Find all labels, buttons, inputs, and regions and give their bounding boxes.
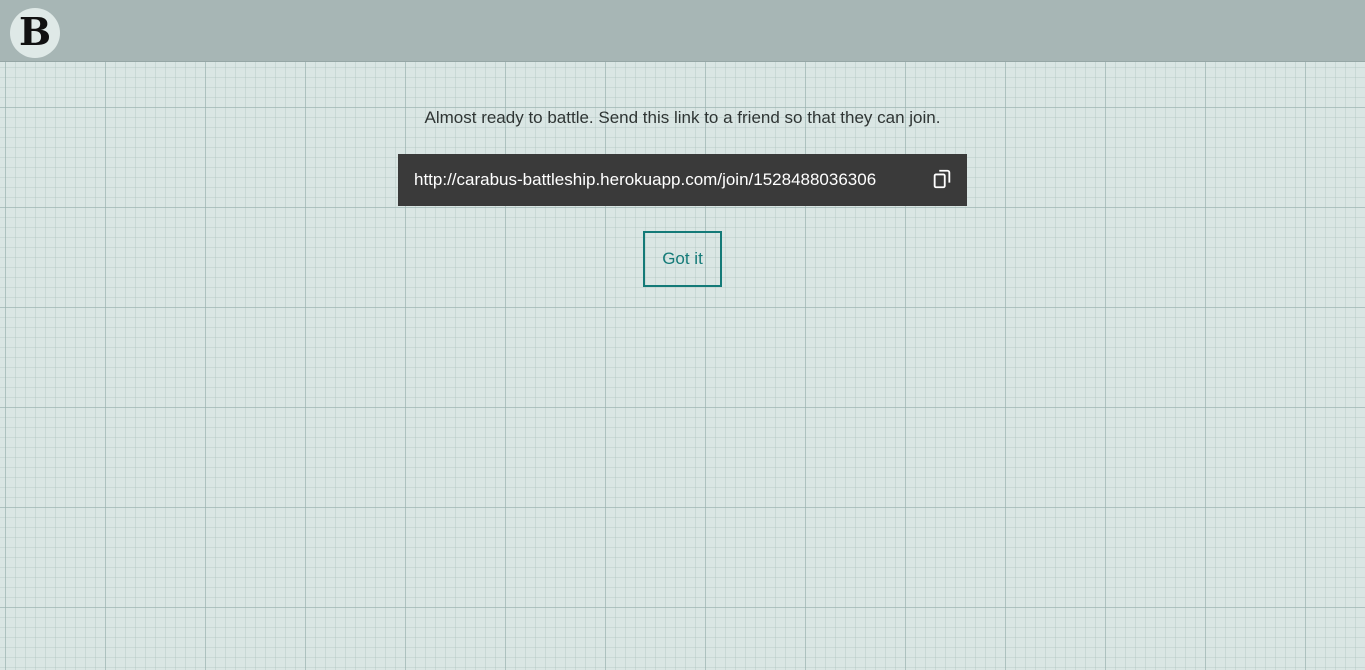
top-header-bar: B	[0, 0, 1365, 62]
invite-link-box[interactable]: http://carabus-battleship.herokuapp.com/…	[398, 154, 967, 206]
invite-instructions: Almost ready to battle. Send this link t…	[424, 108, 941, 127]
got-it-button[interactable]: Got it	[643, 231, 722, 287]
invite-link-text[interactable]: http://carabus-battleship.herokuapp.com/…	[414, 170, 876, 190]
logo-letter: B	[18, 9, 52, 54]
battleship-logo-icon[interactable]: B	[10, 8, 60, 58]
copy-icon[interactable]	[931, 168, 953, 190]
